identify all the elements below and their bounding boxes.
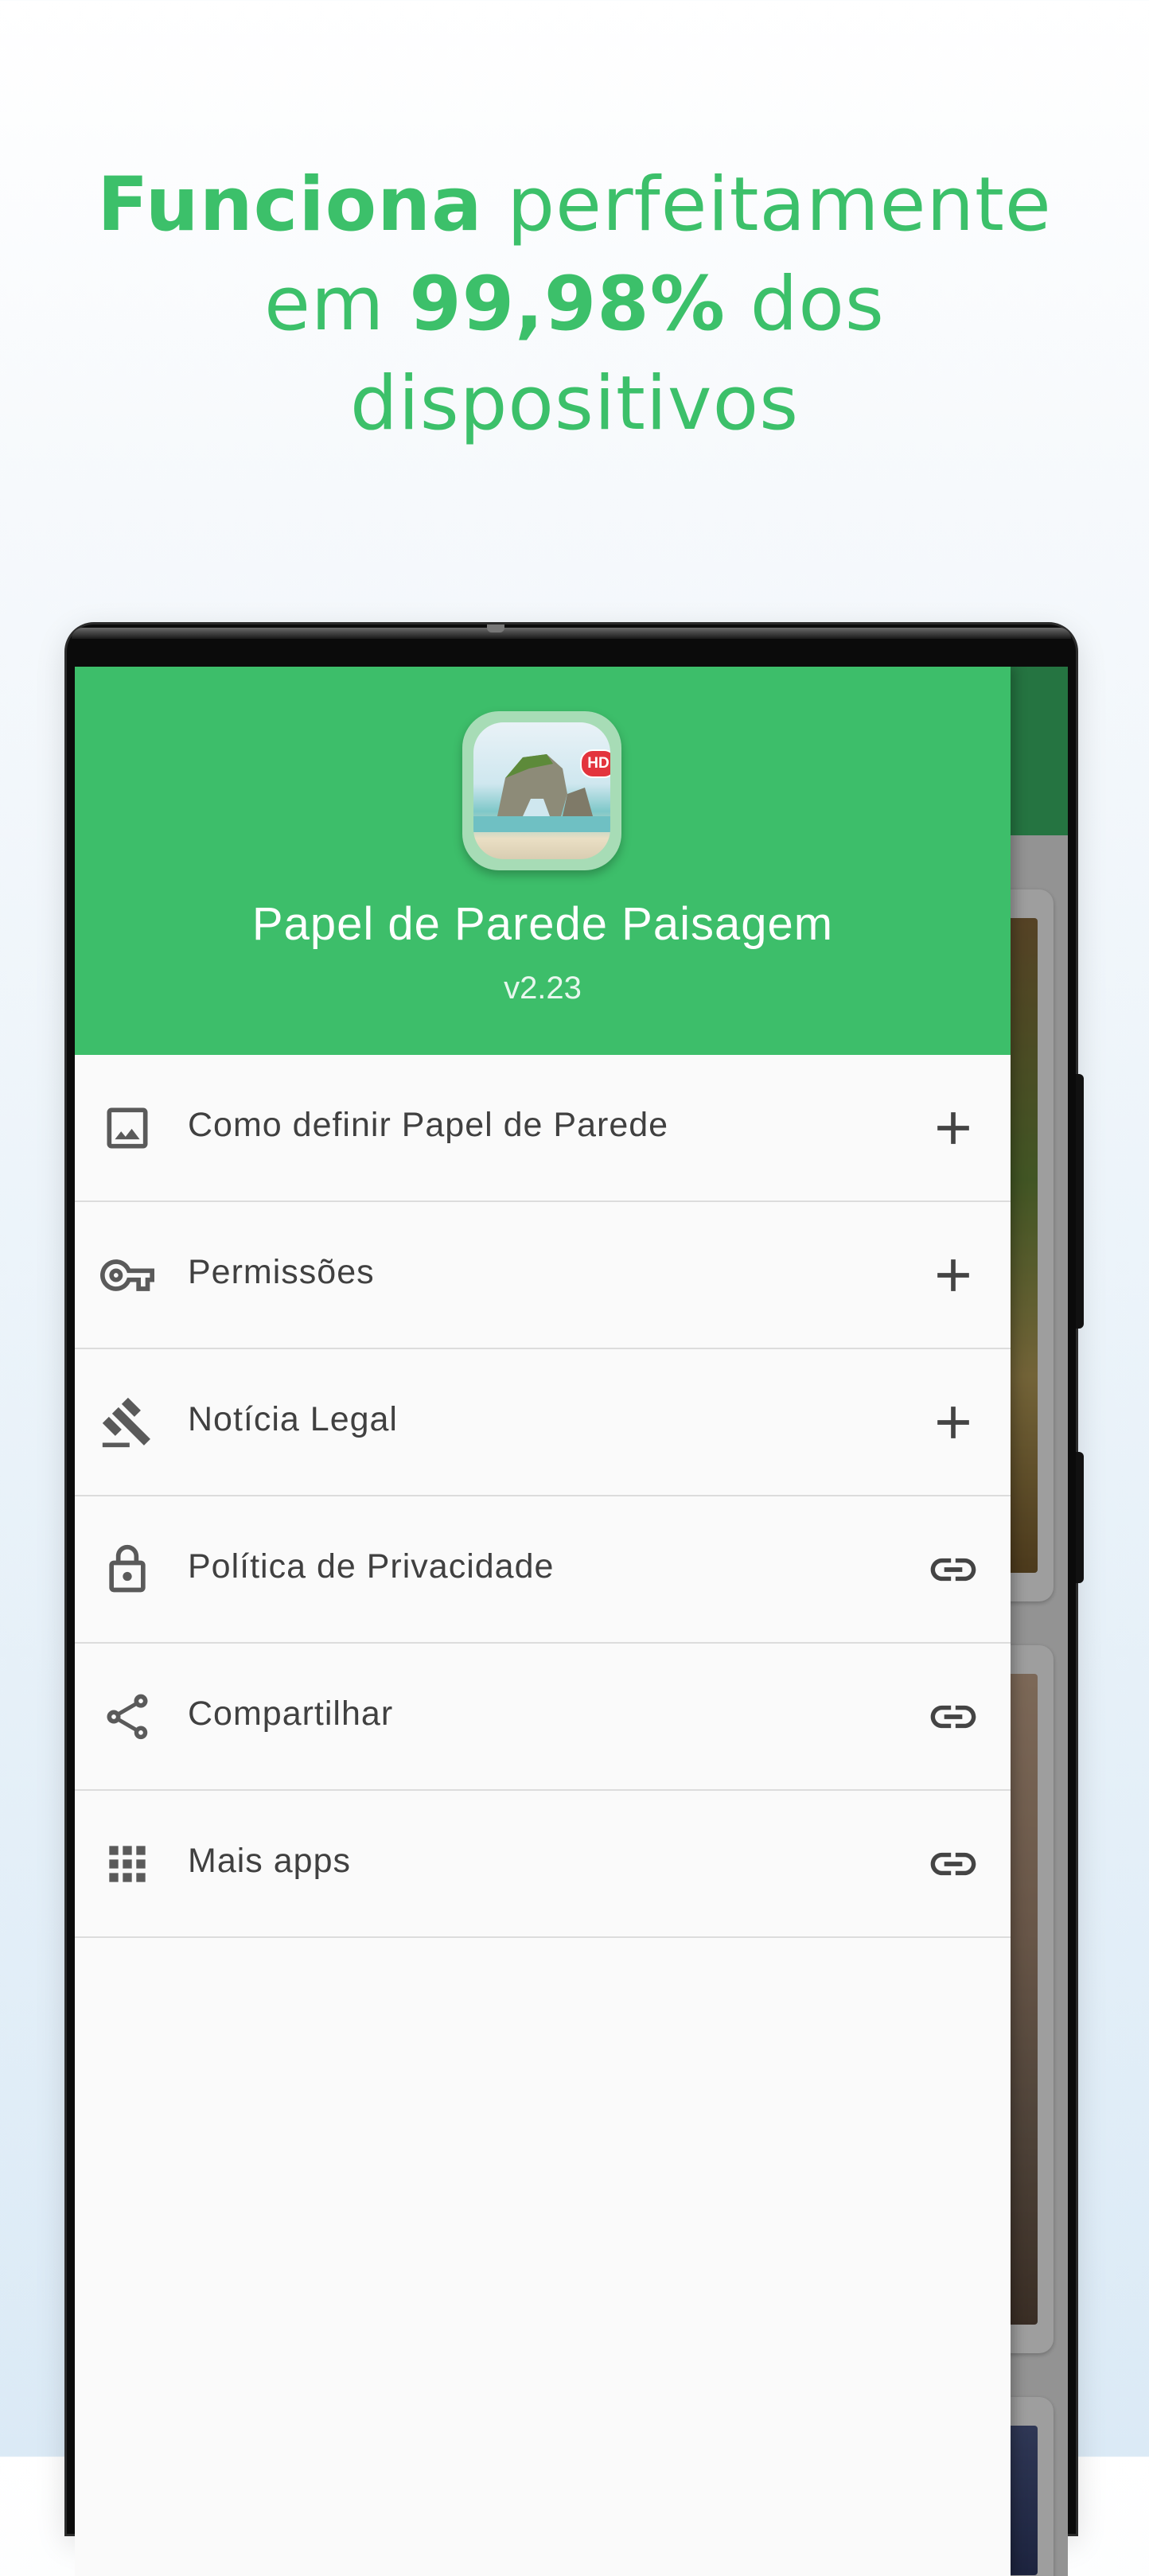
menu-item-label: Notícia Legal (188, 1400, 398, 1438)
headline-bold-funciona: Funciona (97, 161, 483, 248)
gavel-icon (100, 1395, 154, 1449)
menu-item-share[interactable]: Compartilhar (75, 1644, 1011, 1791)
phone-power-button (1076, 1452, 1084, 1583)
headline-line-1: Funciona perfeitamente (0, 155, 1149, 255)
menu-item-label: Compartilhar (188, 1695, 394, 1733)
link-icon[interactable] (926, 1690, 980, 1744)
share-icon (100, 1690, 154, 1744)
apps-grid-icon (100, 1837, 154, 1891)
app-name: Papel de Parede Paisagem (251, 898, 834, 950)
drawer-menu: Como definir Papel de Parede Permissões (75, 1055, 1011, 1938)
menu-item-more-apps[interactable]: Mais apps (75, 1791, 1011, 1938)
app-version: v2.23 (504, 971, 582, 1006)
link-icon[interactable] (926, 1543, 980, 1597)
headline: Funciona perfeitamente em 99,98% dos dis… (0, 155, 1149, 453)
headline-text: dos (725, 261, 885, 348)
drawer-header: HD Papel de Parede Paisagem v2.23 (75, 667, 1011, 1055)
image-icon (100, 1101, 154, 1155)
phone-sensor (487, 625, 504, 632)
menu-item-label: Como definir Papel de Parede (188, 1106, 669, 1144)
landscape-image (473, 754, 610, 832)
headline-text: perfeitamente (482, 161, 1052, 248)
hd-badge: HD (580, 749, 610, 778)
menu-item-privacy-policy[interactable]: Política de Privacidade (75, 1496, 1011, 1644)
headline-bold-percent: 99,98% (409, 261, 726, 348)
menu-item-permissions[interactable]: Permissões (75, 1202, 1011, 1349)
lock-icon (100, 1543, 154, 1597)
menu-item-label: Mais apps (188, 1842, 351, 1880)
phone-screen: HD Papel de Parede Paisagem v2.23 Como d… (75, 667, 1068, 2576)
key-icon (100, 1248, 154, 1302)
menu-item-legal-notice[interactable]: Notícia Legal (75, 1349, 1011, 1496)
headline-line-3: dispositivos (349, 360, 800, 447)
link-icon[interactable] (926, 1837, 980, 1891)
landscape-thumbnail-icon: HD (473, 722, 610, 859)
headline-line-2: em 99,98% dos (0, 255, 1149, 354)
phone-frame: HD Papel de Parede Paisagem v2.23 Como d… (67, 625, 1084, 2576)
phone-volume-button (1076, 1074, 1084, 1329)
app-icon: HD (462, 711, 621, 870)
navigation-drawer: HD Papel de Parede Paisagem v2.23 Como d… (75, 667, 1011, 2576)
menu-item-label: Permissões (188, 1253, 375, 1291)
plus-icon[interactable] (926, 1395, 980, 1449)
plus-icon[interactable] (926, 1101, 980, 1155)
menu-item-label: Política de Privacidade (188, 1547, 555, 1586)
headline-text: em (264, 261, 410, 348)
plus-icon[interactable] (926, 1248, 980, 1302)
menu-item-how-to-set-wallpaper[interactable]: Como definir Papel de Parede (75, 1055, 1011, 1202)
phone-bezel-highlight (72, 628, 1071, 639)
